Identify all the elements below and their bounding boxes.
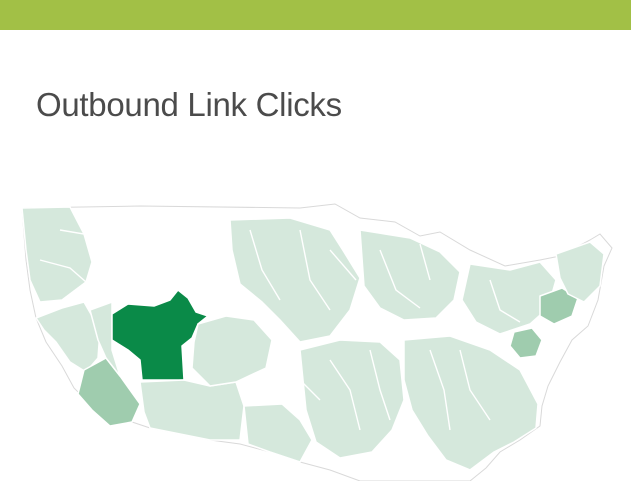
card-title: Outbound Link Clicks	[36, 86, 342, 123]
header-bar	[0, 0, 631, 30]
dashboard-card: Outbound Link Clicks	[0, 0, 631, 481]
us-map-svg	[21, 203, 613, 481]
geo-map	[0, 190, 631, 481]
map-region-arizona[interactable]	[139, 379, 245, 441]
